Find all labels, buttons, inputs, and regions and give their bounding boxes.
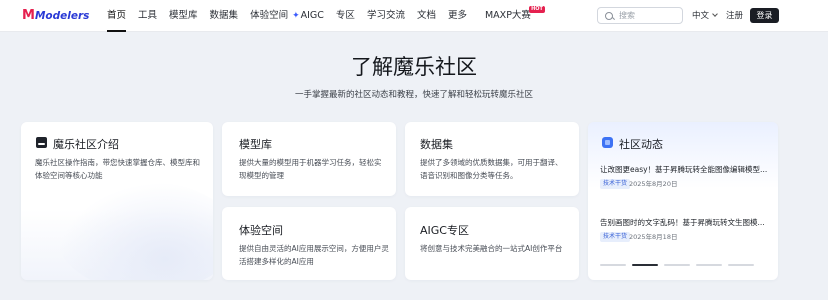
card-description: 魔乐社区操作指南，带您快速掌握仓库、模型库和体验空间等核心功能: [35, 158, 200, 180]
card-title: 数据集: [420, 138, 453, 151]
page-title: 了解魔乐社区: [351, 55, 477, 79]
page-subtitle: 一手掌握最新的社区动态和教程，快速了解和轻松玩转魔乐社区: [294, 90, 533, 100]
card-title: 社区动态: [619, 138, 663, 151]
sparkle-icon: ✦: [292, 11, 300, 21]
carousel-dot[interactable]: [600, 264, 626, 266]
nav-item-aigc-label: AIGC: [300, 10, 324, 21]
news-item-title[interactable]: 告别画图时的文字乱码！基于昇腾玩转文生图模...: [600, 217, 768, 228]
card-community-intro[interactable]: 魔乐社区介绍 魔乐社区操作指南，带您快速掌握仓库、模型库和体验空间等核心功能: [21, 122, 213, 280]
nav-item-models[interactable]: 模型库: [169, 0, 198, 32]
card-title: 模型库: [239, 138, 272, 151]
news-item-title[interactable]: 让改图更easy！基于昇腾玩转全能图像编辑模型...: [600, 164, 768, 175]
carousel-dot[interactable]: [664, 264, 690, 266]
card-description: 提供大量的模型用于机器学习任务，轻松实现模型的管理: [239, 158, 382, 180]
login-button[interactable]: 登录: [750, 8, 779, 23]
register-link[interactable]: 注册: [726, 0, 743, 32]
card-description: 提供自由灵活的AI应用展示空间，方便用户灵活搭建多样化的AI应用: [239, 244, 389, 266]
logo-mark: M: [22, 8, 35, 23]
cube-icon: [602, 137, 613, 148]
carousel-dot[interactable]: [696, 264, 722, 266]
nav-item-docs[interactable]: 文档: [417, 0, 436, 32]
carousel-indicator: [600, 264, 760, 266]
logo[interactable]: M Modelers: [22, 8, 89, 23]
nav-item-maxp-label: MAXP大赛: [484, 10, 531, 21]
card-spaces[interactable]: 体验空间 提供自由灵活的AI应用展示空间，方便用户灵活搭建多样化的AI应用: [222, 207, 396, 280]
news-item-tag: 技术干货: [600, 179, 631, 189]
logo-text: Modelers: [34, 9, 90, 22]
chevron-down-icon: [712, 11, 718, 17]
card-community-news: 社区动态 让改图更easy！基于昇腾玩转全能图像编辑模型... 技术干货 202…: [588, 122, 778, 280]
nav-item-aigc[interactable]: ✦AIGC: [292, 0, 324, 32]
nav-item-datasets[interactable]: 数据集: [210, 0, 239, 32]
card-models[interactable]: 模型库 提供大量的模型用于机器学习任务，轻松实现模型的管理: [222, 122, 396, 196]
language-selector[interactable]: 中文: [692, 0, 718, 32]
carousel-dot[interactable]: [728, 264, 754, 266]
card-datasets[interactable]: 数据集 提供了多领域的优质数据集，可用于翻译、语音识别和图像分类等任务。: [405, 122, 579, 196]
carousel-dot-active[interactable]: [632, 264, 658, 266]
card-title: AIGC专区: [420, 224, 469, 237]
search-input[interactable]: 搜索: [597, 7, 683, 24]
card-title: 体验空间: [239, 224, 283, 237]
card-description: 将创意与技术完美融合的一站式AI创作平台: [420, 244, 563, 253]
card-aigc[interactable]: AIGC专区 将创意与技术完美融合的一站式AI创作平台: [405, 207, 579, 280]
nav-menu: 首页 工具 模型库 数据集 体验空间 ✦AIGC 专区 学习交流 文档 更多 M…: [107, 0, 545, 32]
nav-item-zone[interactable]: 专区: [336, 0, 355, 32]
nav-item-more[interactable]: 更多: [448, 0, 467, 32]
language-label: 中文: [692, 11, 710, 21]
nav-item-spaces[interactable]: 体验空间: [250, 0, 288, 32]
book-icon: [36, 137, 47, 148]
search-placeholder: 搜索: [619, 11, 635, 20]
card-description: 提供了多领域的优质数据集，可用于翻译、语音识别和图像分类等任务。: [420, 158, 563, 180]
nav-item-maxp[interactable]: MAXP大赛 HOT: [484, 0, 545, 32]
news-item-date: 2025年8月20日: [629, 180, 678, 188]
search-icon: [605, 11, 613, 20]
news-item-date: 2025年8月18日: [629, 233, 678, 241]
top-nav: M Modelers 首页 工具 模型库 数据集 体验空间 ✦AIGC 专区 学…: [0, 0, 828, 32]
nav-item-learning[interactable]: 学习交流: [367, 0, 405, 32]
news-item-tag: 技术干货: [600, 232, 631, 242]
nav-item-home[interactable]: 首页: [107, 0, 127, 32]
decorative-illustration: [57, 182, 213, 280]
hot-badge: HOT: [529, 6, 545, 13]
nav-item-tools[interactable]: 工具: [138, 0, 157, 32]
card-title: 魔乐社区介绍: [53, 138, 119, 151]
